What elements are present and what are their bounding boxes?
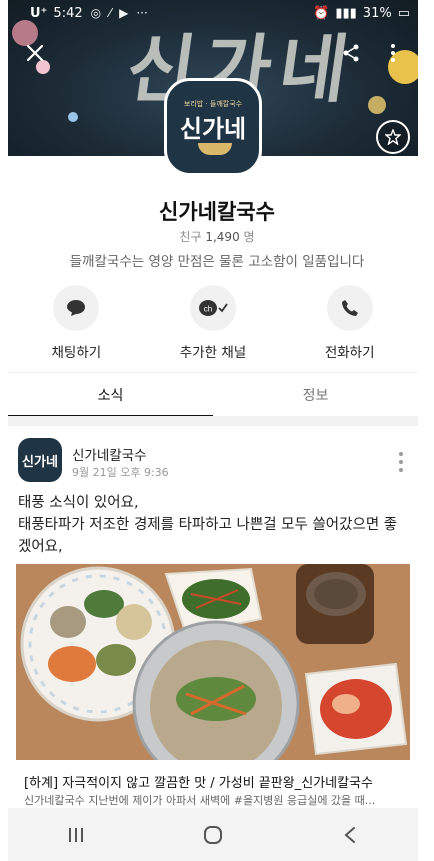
post-avatar[interactable]: 신가네 <box>18 438 62 482</box>
call-button-label: 전화하기 <box>324 345 375 361</box>
post-date: 9월 21일 오후 9:36 <box>72 466 169 479</box>
home-icon <box>203 825 222 844</box>
logo-title: 신가네 <box>179 114 247 143</box>
tab-bar: 소식 정보 <box>8 372 418 417</box>
post-card: 신가네 신가네칼국수 9월 21일 오후 9:36 태풍 소식이 있어요, 태풍… <box>8 426 418 807</box>
logo-subtitle: 보리밥 · 들깨칼국수 <box>183 100 243 108</box>
post-photo[interactable] <box>16 564 410 760</box>
action-row: 채팅하기 ch 추가한 채널 전화하기 <box>8 285 418 365</box>
section-divider <box>8 416 418 426</box>
share-icon <box>343 44 359 62</box>
svg-text:ch: ch <box>204 305 212 314</box>
call-button[interactable]: 전화하기 <box>281 285 418 365</box>
youtube-icon: ▶ <box>119 6 129 20</box>
recent-apps-icon <box>69 827 84 842</box>
link-title: [하계] 자극적이지 않고 깔끔한 맛 / 가성비 끝판왕_신가네칼국수 <box>24 776 373 791</box>
flower-decoration <box>368 96 386 114</box>
battery-icon: ▭ <box>397 5 410 21</box>
added-channel-button[interactable]: ch 추가한 채널 <box>145 285 282 365</box>
sim-icon: ⁄ <box>109 6 112 20</box>
phone-icon <box>341 300 358 316</box>
channel-added-icon: ch <box>199 300 228 316</box>
link-preview[interactable]: [하계] 자극적이지 않고 깔끔한 맛 / 가성비 끝판왕_신가네칼국수 신가네… <box>16 760 410 807</box>
friends-number: 1,490 <box>205 230 240 244</box>
chat-button-circle <box>53 285 100 331</box>
channel-description: 들깨칼국수는 영양 만점은 물론 고소함이 일품입니다 <box>69 254 365 270</box>
status-bar: U⁺ 5:42 ◎ ⁄ ▶ ··· ⏰ ▮▮▮ 31% ▭ <box>8 0 418 26</box>
system-icons: ⏰ ▮▮▮ 31% ▭ <box>313 6 410 21</box>
channel-logo: 보리밥 · 들깨칼국수 신가네 <box>164 78 262 176</box>
post-author[interactable]: 신가네칼국수 <box>72 444 147 464</box>
friends-count: 친구 1,490 명 <box>0 228 434 245</box>
home-button[interactable] <box>193 820 233 850</box>
chat-button-label: 채팅하기 <box>51 345 102 361</box>
tab-news[interactable]: 소식 <box>8 373 213 417</box>
chat-bubble-icon <box>67 300 86 316</box>
more-notifications-icon: ··· <box>136 6 148 20</box>
dot <box>399 460 403 464</box>
app-frame: 신가네 U⁺ 5:42 ◎ ⁄ ▶ ··· ⏰ ▮▮▮ 31% ▭ 보리밥 · … <box>0 0 434 861</box>
back-button[interactable] <box>330 820 370 850</box>
share-button[interactable] <box>336 38 366 68</box>
close-icon <box>26 44 44 62</box>
instagram-icon: ◎ <box>90 6 102 20</box>
back-icon <box>344 826 355 843</box>
flower-decoration <box>68 112 78 122</box>
recent-apps-button[interactable] <box>56 820 96 850</box>
friends-unit: 명 <box>243 230 255 244</box>
dot <box>399 452 403 456</box>
chat-button[interactable]: 채팅하기 <box>8 285 145 365</box>
bowl-icon <box>198 143 232 155</box>
call-button-circle <box>326 285 373 331</box>
added-channel-circle: ch <box>190 285 236 331</box>
friends-label: 친구 <box>179 230 202 244</box>
link-description: 신가네칼국수 지난번에 제이가 아파서 새벽에 #을지병원 응급실에 갔을 때.… <box>24 794 376 807</box>
system-nav-bar <box>8 808 418 861</box>
dot <box>399 468 403 472</box>
kebab-menu-icon <box>391 44 395 62</box>
more-options-button[interactable] <box>378 38 408 68</box>
alarm-icon: ⏰ <box>313 5 330 21</box>
food-photo-illustration <box>16 564 410 760</box>
star-icon <box>385 129 401 145</box>
added-channel-label: 추가한 채널 <box>179 345 247 361</box>
post-body: 태풍 소식이 있어요, 태풍타파가 저조한 경제를 타파하고 나쁜걸 모두 쓸어… <box>18 495 398 555</box>
carrier-label: U⁺ <box>30 5 48 21</box>
tab-info[interactable]: 정보 <box>213 373 418 417</box>
channel-name: 신가네칼국수 <box>159 200 275 224</box>
clock: 5:42 <box>53 5 83 21</box>
notification-icons: ◎ ⁄ ▶ ··· <box>91 6 148 20</box>
favorite-button[interactable] <box>376 120 410 154</box>
close-button[interactable] <box>20 38 50 68</box>
signal-icon: ▮▮▮ <box>335 5 357 21</box>
post-more-button[interactable] <box>398 452 404 472</box>
battery-percent: 31% <box>362 5 392 21</box>
